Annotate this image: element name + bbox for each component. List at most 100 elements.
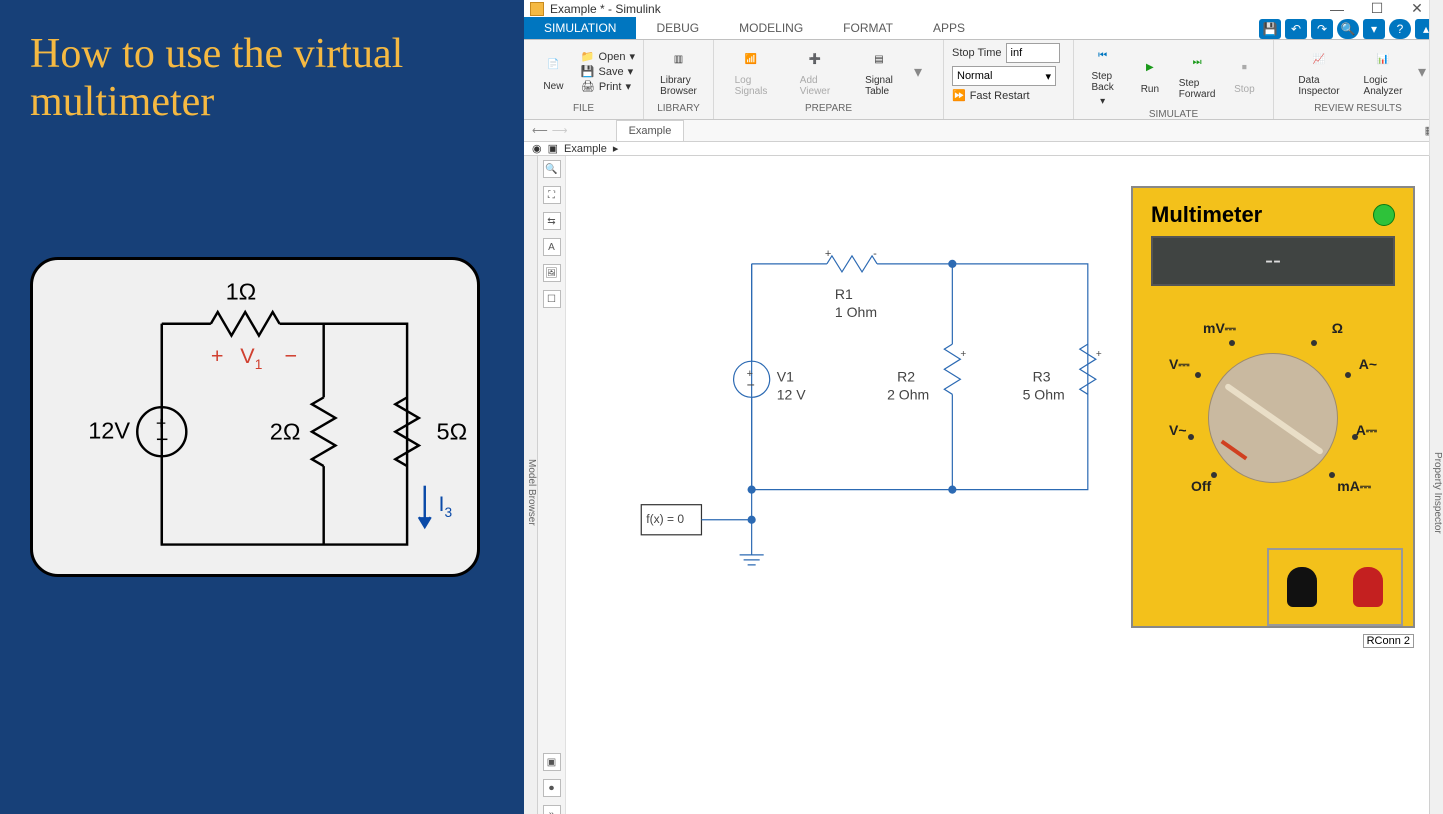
terminal-red[interactable] <box>1353 567 1383 607</box>
stop-time-label: Stop Time <box>952 47 1002 59</box>
svg-text:2Ω: 2Ω <box>270 418 301 444</box>
terminal-black[interactable] <box>1287 567 1317 607</box>
svg-text:5 Ohm: 5 Ohm <box>1023 386 1065 402</box>
svg-text:f(x) = 0: f(x) = 0 <box>646 512 684 526</box>
subsystem-tool-icon[interactable]: ▣ <box>543 753 561 771</box>
svg-text:5Ω: 5Ω <box>437 418 468 444</box>
qat-search-icon[interactable]: 🔍 <box>1337 19 1359 39</box>
scope-icon[interactable]: ◉ <box>532 142 542 155</box>
qat-help-icon[interactable]: ? <box>1389 19 1411 39</box>
model-tab[interactable]: Example <box>616 120 685 141</box>
viewer-icon: ➕ <box>802 46 828 72</box>
tab-simulation[interactable]: SIMULATION <box>524 17 636 39</box>
tab-debug[interactable]: DEBUG <box>636 17 719 39</box>
simulink-window: Example * - Simulink — ☐ ✕ SIMULATION DE… <box>524 0 1443 814</box>
group-file-label: FILE <box>524 103 643 119</box>
work-area: Model Browser 🔍 ⛶ ⇆ A 🖼 ☐ ▣ ⏺ » <box>524 156 1443 814</box>
model-browser-rail[interactable]: Model Browser <box>524 156 538 814</box>
print-button[interactable]: 🖨 Print ▾ <box>581 80 635 93</box>
fit-tool-icon[interactable]: ⛶ <box>543 186 561 204</box>
multimeter-dial[interactable] <box>1208 353 1338 483</box>
stop-icon: ⏹ <box>1231 55 1257 81</box>
svg-text:+: + <box>960 349 966 360</box>
explorer-bar: ⟵ ⟶ Example ▦ <box>524 120 1443 142</box>
run-button[interactable]: ▶Run <box>1129 55 1170 95</box>
group-simulate-label: SIMULATE <box>1074 109 1273 120</box>
fast-restart-toggle[interactable]: ⏩ Fast Restart <box>952 89 1060 102</box>
log-icon: 📶 <box>738 46 764 72</box>
nav-back-icon[interactable]: ⟵ <box>532 124 548 137</box>
maximize-button[interactable]: ☐ <box>1357 0 1397 17</box>
step-forward-button[interactable]: ⏭Step Forward <box>1177 49 1218 100</box>
property-inspector-rail[interactable]: Property Inspector <box>1429 156 1443 814</box>
qat-undo-icon[interactable]: ↶ <box>1285 19 1307 39</box>
step-back-button[interactable]: ⏮Step Back ▾ <box>1082 42 1123 107</box>
svg-text:12 V: 12 V <box>777 386 807 402</box>
new-icon: 📄 <box>540 52 566 78</box>
breadcrumb-root[interactable]: Example <box>564 143 607 155</box>
logic-analyzer-button[interactable]: 📊Logic Analyzer <box>1354 46 1412 97</box>
window-titlebar: Example * - Simulink — ☐ ✕ <box>524 0 1443 17</box>
model-canvas[interactable]: +- R1 1 Ohm R2 2 Ohm R3 5 Ohm V1 12 V + … <box>566 156 1429 814</box>
breadcrumb-arrow-icon[interactable]: ▸ <box>613 142 619 155</box>
new-button[interactable]: 📄 New <box>532 52 575 92</box>
save-button[interactable]: 💾 Save ▾ <box>581 65 635 78</box>
group-prepare-label: PREPARE <box>714 103 943 119</box>
annotation-tool-icon[interactable]: A <box>543 238 561 256</box>
circuit-diagram: + − 12V 1Ω 2Ω 5Ω + − V1 I3 <box>30 257 480 577</box>
qat-save-icon[interactable]: 💾 <box>1259 19 1281 39</box>
svg-text:R1: R1 <box>835 286 853 302</box>
record-tool-icon[interactable]: ⏺ <box>543 779 561 797</box>
library-browser-button[interactable]: ▥ Library Browser <box>652 46 705 97</box>
inspector-icon: 📈 <box>1306 46 1332 72</box>
app-icon <box>530 2 544 16</box>
svg-text:R3: R3 <box>1033 368 1051 384</box>
group-review-label: REVIEW RESULTS <box>1274 103 1442 119</box>
sim-mode-select[interactable]: Normal▾ <box>952 66 1056 86</box>
svg-text:V1: V1 <box>240 343 262 372</box>
image-tool-icon[interactable]: 🖼 <box>543 264 561 282</box>
area-tool-icon[interactable]: ☐ <box>543 290 561 308</box>
nav-fwd-icon: ⟶ <box>552 124 568 137</box>
add-viewer-button[interactable]: ➕Add Viewer <box>786 46 844 97</box>
qat-redo-icon[interactable]: ↷ <box>1311 19 1333 39</box>
stop-time-input[interactable] <box>1006 43 1060 63</box>
review-expand-icon[interactable]: ▾ <box>1418 62 1426 82</box>
table-icon: ▤ <box>866 46 892 72</box>
multimeter-title: Multimeter <box>1151 202 1262 228</box>
multimeter-display: -- <box>1151 236 1395 286</box>
multimeter-block[interactable]: Multimeter -- mV⎓ Ω V⎓ A~ V~ A⎓ Off mA⎓ <box>1131 186 1415 628</box>
svg-text:−: − <box>747 376 755 392</box>
multimeter-led-icon <box>1373 204 1395 226</box>
svg-text:−: − <box>156 426 169 451</box>
data-inspector-button[interactable]: 📈Data Inspector <box>1290 46 1348 97</box>
model-icon: ▣ <box>548 142 558 155</box>
svg-text:+: + <box>1096 349 1102 360</box>
svg-text:1 Ohm: 1 Ohm <box>835 304 877 320</box>
port-label: RConn 2 <box>1363 634 1414 648</box>
play-icon: ▶ <box>1137 55 1163 81</box>
dial-aac-label: A~ <box>1359 356 1377 372</box>
breadcrumb-bar: ◉ ▣ Example ▸ ▾ <box>524 142 1443 156</box>
ribbon: 📄 New 📁 Open ▾ 💾 Save ▾ 🖨 Print ▾ FILE ▥… <box>524 40 1443 120</box>
log-signals-button[interactable]: 📶Log Signals <box>722 46 780 97</box>
tab-modeling[interactable]: MODELING <box>719 17 823 39</box>
svg-text:-: - <box>873 248 877 260</box>
minimize-button[interactable]: — <box>1317 1 1357 17</box>
stop-button[interactable]: ⏹Stop <box>1224 55 1265 95</box>
analyzer-icon: 📊 <box>1370 46 1396 72</box>
more-tool-icon[interactable]: » <box>543 805 561 814</box>
window-title: Example * - Simulink <box>550 2 661 16</box>
pan-tool-icon[interactable]: ⇆ <box>543 212 561 230</box>
open-button[interactable]: 📁 Open ▾ <box>581 50 635 63</box>
tutorial-panel: How to use the virtual multimeter <box>0 0 524 814</box>
svg-text:1Ω: 1Ω <box>226 278 257 304</box>
svg-text:+: + <box>825 248 831 260</box>
svg-text:+: + <box>211 343 224 368</box>
tab-format[interactable]: FORMAT <box>823 17 913 39</box>
prepare-expand-icon[interactable]: ▾ <box>914 62 922 82</box>
zoom-tool-icon[interactable]: 🔍 <box>543 160 561 178</box>
signal-table-button[interactable]: ▤Signal Table <box>850 46 908 97</box>
tab-apps[interactable]: APPS <box>913 17 985 39</box>
qat-more-icon[interactable]: ▾ <box>1363 19 1385 39</box>
